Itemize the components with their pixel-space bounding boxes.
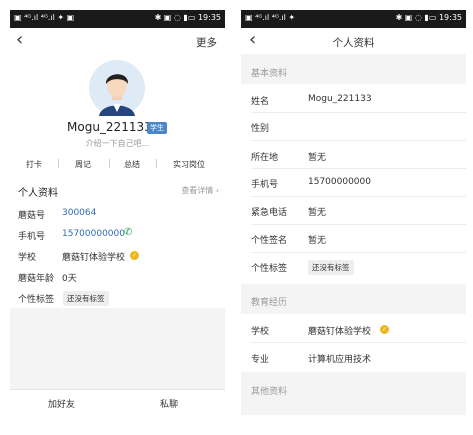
nav-bar: ‹ 更多 (10, 28, 225, 54)
phone-icon[interactable]: ✆ (124, 227, 132, 238)
tag-chip: 还没有标签 (308, 260, 354, 275)
back-arrow-icon[interactable]: ‹ (16, 30, 23, 50)
status-left: ▣ ⁴ᴳ.ıl ⁴ᴳ.ıl ✦ ▣ (14, 13, 75, 22)
student-badge: 学生 (147, 122, 167, 134)
status-right: ✱ ▣ ◌ ▮▭ 19:35 (154, 13, 221, 22)
page-title: 个人资料 (332, 37, 375, 49)
divider (251, 140, 466, 141)
nav-bar: ‹ 个人资料 (241, 28, 466, 54)
signature-value: 暂无 (308, 236, 327, 246)
divider (251, 252, 466, 253)
info-title: 个人资料 (18, 188, 58, 199)
tag-chip: 还没有标签 (63, 291, 109, 306)
divider (109, 159, 110, 168)
name-value: Mogu_221133 (308, 94, 372, 104)
status-bar: ▣ ⁴ᴳ.ıl ⁴ᴳ.ıl ✦ ▣ ✱ ▣ ◌ ▮▭ 19:35 (10, 10, 225, 28)
status-bar: ▣ ⁴ᴳ.ıl ⁴ᴳ.ıl ✦ ✱ ▣ ◌ ▮▭ 19:35 (241, 10, 466, 28)
location-value: 暂无 (308, 153, 327, 163)
row-label: 学校 (18, 253, 37, 263)
divider (251, 224, 466, 225)
verified-badge-icon: ✓ (130, 251, 139, 260)
weekly-report-button[interactable]: 周记 (75, 159, 91, 170)
education-list: 学校 蘑菇钉体验学校 ✓ 专业 计算机应用技术 (241, 314, 466, 372)
avatar[interactable] (89, 60, 145, 116)
divider (251, 112, 466, 113)
emergency-phone-value: 暂无 (308, 208, 327, 218)
row-label: 紧急电话 (251, 208, 288, 218)
divider (251, 168, 466, 169)
basic-info-list: 姓名 Mogu_221133 性别 所在地 暂无 手机号 15700000000… (241, 84, 466, 284)
divider (156, 159, 157, 168)
divider (58, 159, 59, 168)
row-label: 蘑菇年龄 (18, 274, 55, 284)
divider (251, 342, 466, 343)
row-label: 手机号 (251, 180, 279, 190)
section-other-title: 其他资料 (251, 387, 288, 397)
summary-button[interactable]: 总结 (124, 159, 140, 170)
bottom-bar: 加好友 私聊 (10, 389, 225, 415)
checkin-button[interactable]: 打卡 (26, 159, 42, 170)
more-button[interactable]: 更多 (196, 35, 217, 50)
divider (251, 196, 466, 197)
phone-value: 15700000000 (308, 177, 371, 187)
profile-screen: ▣ ⁴ᴳ.ıl ⁴ᴳ.ıl ✦ ▣ ✱ ▣ ◌ ▮▭ 19:35 ‹ 更多 Mo… (10, 10, 225, 415)
row-label: 所在地 (251, 153, 279, 163)
message-button[interactable]: 私聊 (160, 397, 178, 410)
row-label: 手机号 (18, 232, 46, 242)
info-card: 个人资料 查看详情 › 蘑菇号 300064 手机号 15700000000 ✆… (10, 178, 225, 308)
major-value: 计算机应用技术 (308, 355, 372, 365)
verified-badge-icon: ✓ (380, 325, 389, 334)
add-friend-button[interactable]: 加好友 (48, 397, 75, 410)
school-value: 蘑菇钉体验学校 (62, 253, 126, 263)
profile-name: Mogu_221133 (67, 120, 152, 134)
row-label: 个性签名 (251, 236, 288, 246)
row-label: 个性标签 (251, 264, 288, 274)
section-edu-title: 教育经历 (251, 298, 288, 308)
row-label: 学校 (251, 327, 270, 337)
profile-detail-screen: ▣ ⁴ᴳ.ıl ⁴ᴳ.ıl ✦ ✱ ▣ ◌ ▮▭ 19:35 ‹ 个人资料 基本… (241, 10, 466, 415)
status-left: ▣ ⁴ᴳ.ıl ⁴ᴳ.ıl ✦ (245, 13, 296, 22)
row-label: 姓名 (251, 97, 270, 107)
internship-button[interactable]: 实习岗位 (173, 159, 205, 170)
row-label: 蘑菇号 (18, 211, 46, 221)
section-basic-title: 基本资料 (251, 69, 288, 79)
row-label: 个性标签 (18, 295, 55, 305)
age-value: 0天 (62, 274, 77, 284)
row-label: 专业 (251, 355, 270, 365)
profile-header: Mogu_221133 学生 介绍一下自己吧... 打卡 周记 总结 实习岗位 (10, 54, 225, 181)
status-right: ✱ ▣ ◌ ▮▭ 19:35 (395, 13, 462, 22)
view-details-label: 查看详情 (181, 186, 214, 195)
phone-value[interactable]: 15700000000 (62, 229, 125, 239)
row-label: 性别 (251, 124, 270, 134)
school-value: 蘑菇钉体验学校 (308, 327, 372, 337)
profile-bio[interactable]: 介绍一下自己吧... (10, 138, 225, 149)
view-details-link[interactable]: 查看详情 › (181, 185, 219, 196)
mogu-id-value: 300064 (62, 208, 97, 218)
